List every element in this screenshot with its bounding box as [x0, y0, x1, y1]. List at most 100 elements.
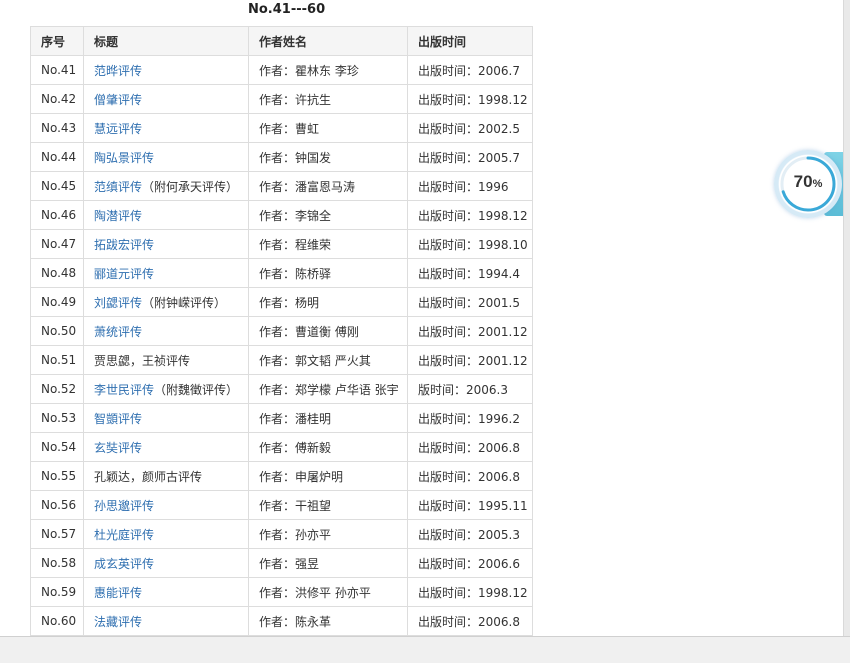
row-date: 出版时间：2001.12: [407, 316, 533, 346]
row-author: 作者：申屠炉明: [248, 461, 408, 491]
book-title-link[interactable]: 慧远评传: [94, 122, 142, 136]
book-title-suffix: （附魏徵评传）: [154, 382, 239, 397]
row-author: 作者：程维荣: [248, 229, 408, 259]
table-row: No.45 范缜评传（附何承天评传） 作者：潘富恩马涛 出版时间：1996: [30, 171, 533, 201]
book-title-link[interactable]: 拓跋宏评传: [94, 238, 154, 252]
book-title-link[interactable]: 成玄英评传: [94, 557, 154, 571]
book-title-link[interactable]: 法藏评传: [94, 615, 142, 629]
row-title-cell: 杜光庭评传: [83, 519, 249, 549]
book-title-link[interactable]: 萧统评传: [94, 325, 142, 339]
row-title-cell: 拓跋宏评传: [83, 229, 249, 259]
book-title-link[interactable]: 刘勰评传: [94, 296, 142, 310]
row-author: 作者：曹虹: [248, 113, 408, 143]
gauge-unit: %: [812, 178, 823, 190]
table-row: No.56 孙思邈评传 作者：干祖望 出版时间：1995.11: [30, 490, 533, 520]
table-row: No.52 李世民评传（附魏徵评传） 作者：郑学檬 卢华语 张宇 版时间：2006.3: [30, 374, 533, 404]
row-number: No.53: [30, 403, 84, 433]
header-number: 序号: [30, 26, 84, 56]
row-title-cell: 惠能评传: [83, 577, 249, 607]
row-author: 作者：杨明: [248, 287, 408, 317]
table-row: No.51 贾思勰，王祯评传 作者：郭文韬 严火其 出版时间：2001.12: [30, 345, 533, 375]
book-title-link[interactable]: 范晔评传: [94, 64, 142, 78]
row-number: No.43: [30, 113, 84, 143]
row-date: 出版时间：1998.12: [407, 577, 533, 607]
table-row: No.43 慧远评传 作者：曹虹 出版时间：2002.5: [30, 113, 533, 143]
row-date: 出版时间：2006.7: [407, 55, 533, 85]
range-title: No.41---60: [248, 2, 326, 17]
row-date: 出版时间：2005.3: [407, 519, 533, 549]
row-number: No.51: [30, 345, 84, 375]
row-title-cell: 孙思邈评传: [83, 490, 249, 520]
gauge-label: 70%: [774, 172, 842, 192]
row-title-cell: 贾思勰，王祯评传: [83, 345, 249, 375]
book-title-link[interactable]: 陶潜评传: [94, 209, 142, 223]
row-title-cell: 李世民评传（附魏徵评传）: [83, 374, 249, 404]
table-row: No.50 萧统评传 作者：曹道衡 傅刚 出版时间：2001.12: [30, 316, 533, 346]
row-title-cell: 陶弘景评传: [83, 142, 249, 172]
book-title-link[interactable]: 孙思邈评传: [94, 499, 154, 513]
row-number: No.57: [30, 519, 84, 549]
row-author: 作者：李锦全: [248, 200, 408, 230]
header-date: 出版时间: [407, 26, 533, 56]
row-author: 作者：强昱: [248, 548, 408, 578]
row-author: 作者：许抗生: [248, 84, 408, 114]
book-title-link[interactable]: 杜光庭评传: [94, 528, 154, 542]
row-author: 作者：陈永革: [248, 606, 408, 636]
row-date: 出版时间：1994.4: [407, 258, 533, 288]
row-title-cell: 僧肇评传: [83, 84, 249, 114]
row-date: 出版时间：2005.7: [407, 142, 533, 172]
row-title-cell: 法藏评传: [83, 606, 249, 636]
row-date: 出版时间：2001.5: [407, 287, 533, 317]
row-author: 作者：陈桥驿: [248, 258, 408, 288]
row-title-cell: 成玄英评传: [83, 548, 249, 578]
row-author: 作者：钟国发: [248, 142, 408, 172]
row-number: No.56: [30, 490, 84, 520]
row-number: No.58: [30, 548, 84, 578]
bottom-status-bar: [0, 636, 850, 663]
row-author: 作者：潘富恩马涛: [248, 171, 408, 201]
row-date: 出版时间：2002.5: [407, 113, 533, 143]
row-date: 出版时间：1998.12: [407, 84, 533, 114]
book-title-suffix: （附钟嵘评传）: [142, 295, 227, 310]
table-row: No.48 郦道元评传 作者：陈桥驿 出版时间：1994.4: [30, 258, 533, 288]
header-title: 标题: [83, 26, 249, 56]
row-date: 出版时间：1998.12: [407, 200, 533, 230]
table-row: No.58 成玄英评传 作者：强昱 出版时间：2006.6: [30, 548, 533, 578]
row-title-cell: 郦道元评传: [83, 258, 249, 288]
book-title-link[interactable]: 惠能评传: [94, 586, 142, 600]
row-number: No.60: [30, 606, 84, 636]
book-title-link[interactable]: 僧肇评传: [94, 93, 142, 107]
book-title-link[interactable]: 智顗评传: [94, 412, 142, 426]
table-row: No.60 法藏评传 作者：陈永革 出版时间：2006.8: [30, 606, 533, 636]
row-date: 出版时间：1996.2: [407, 403, 533, 433]
row-number: No.46: [30, 200, 84, 230]
row-number: No.50: [30, 316, 84, 346]
book-title-link[interactable]: 范缜评传: [94, 180, 142, 194]
row-author: 作者：郭文韬 严火其: [248, 345, 408, 375]
row-date: 出版时间：2001.12: [407, 345, 533, 375]
row-date: 出版时间：2006.8: [407, 606, 533, 636]
book-title-text: 孔颖达，颜师古评传: [94, 469, 203, 484]
row-number: No.52: [30, 374, 84, 404]
table-row: No.53 智顗评传 作者：潘桂明 出版时间：1996.2: [30, 403, 533, 433]
book-title-link[interactable]: 郦道元评传: [94, 267, 154, 281]
header-author: 作者姓名: [248, 26, 408, 56]
row-title-cell: 智顗评传: [83, 403, 249, 433]
row-date: 出版时间：2006.8: [407, 432, 533, 462]
vertical-scrollbar[interactable]: [843, 0, 850, 636]
row-title-cell: 萧统评传: [83, 316, 249, 346]
row-author: 作者：洪修平 孙亦平: [248, 577, 408, 607]
progress-gauge[interactable]: 70%: [774, 150, 842, 218]
row-number: No.47: [30, 229, 84, 259]
book-title-text: 贾思勰，王祯评传: [94, 353, 191, 368]
table-header-row: 序号 标题 作者姓名 出版时间: [30, 26, 533, 56]
book-title-link[interactable]: 玄奘评传: [94, 441, 142, 455]
book-title-link[interactable]: 李世民评传: [94, 383, 154, 397]
row-number: No.44: [30, 142, 84, 172]
table-row: No.47 拓跋宏评传 作者：程维荣 出版时间：1998.10: [30, 229, 533, 259]
row-author: 作者：潘桂明: [248, 403, 408, 433]
book-title-link[interactable]: 陶弘景评传: [94, 151, 154, 165]
row-author: 作者：曹道衡 傅刚: [248, 316, 408, 346]
row-number: No.55: [30, 461, 84, 491]
row-author: 作者：瞿林东 李珍: [248, 55, 408, 85]
